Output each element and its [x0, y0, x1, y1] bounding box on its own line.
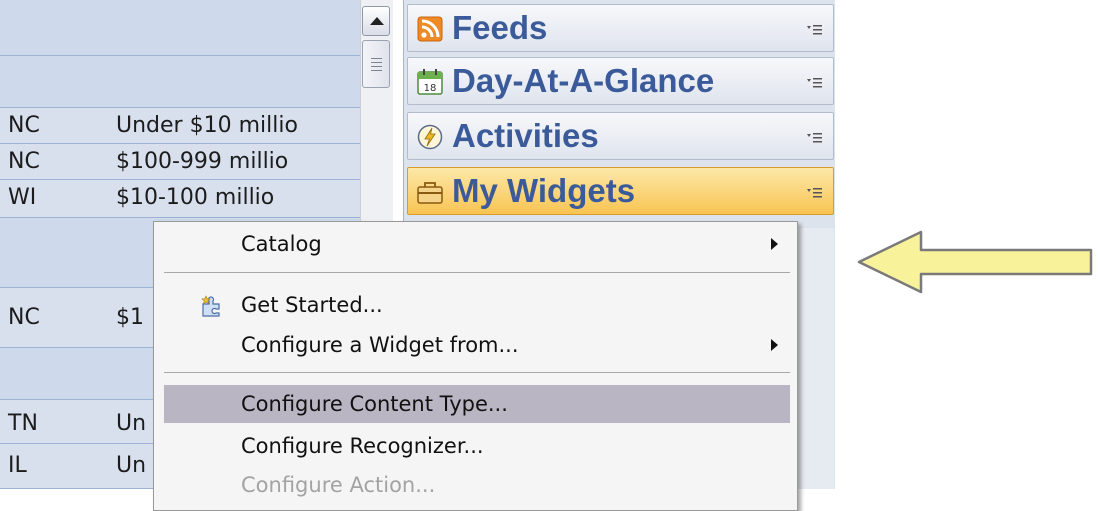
panel-title: Day-At-A-Glance	[452, 62, 715, 99]
table-group-row[interactable]	[0, 56, 360, 108]
menu-item-label: Get Started...	[241, 293, 383, 317]
state-cell: NC	[8, 113, 40, 138]
table-group-row[interactable]	[0, 0, 360, 56]
menu-item-label: Configure Recognizer...	[241, 434, 484, 458]
panel-menu-icon[interactable]	[807, 76, 823, 88]
menu-separator	[164, 372, 790, 373]
revenue-cell: Un	[116, 411, 147, 436]
revenue-cell: $10-100 millio	[116, 185, 275, 210]
table-row[interactable]: WI $10-100 millio	[0, 180, 360, 218]
menu-item-label: Configure Action...	[241, 473, 436, 497]
panel-title: My Widgets	[452, 172, 636, 209]
menu-item-get-started[interactable]: Get Started...	[164, 286, 790, 324]
table-row[interactable]: NC Under $10 millio	[0, 108, 360, 144]
state-cell: IL	[8, 453, 27, 478]
menu-item-catalog[interactable]: Catalog	[164, 225, 790, 263]
calendar-icon: 18	[417, 69, 443, 95]
state-cell: NC	[8, 149, 40, 174]
table-row[interactable]: NC $100-999 millio	[0, 144, 360, 180]
scroll-thumb[interactable]	[362, 40, 390, 88]
panel-menu-icon[interactable]	[807, 131, 823, 143]
state-cell: WI	[8, 185, 37, 210]
panel-day-at-a-glance[interactable]: 18 Day-At-A-Glance	[407, 57, 834, 105]
activity-bolt-icon	[417, 124, 443, 150]
puzzle-star-icon	[201, 295, 220, 317]
menu-separator	[164, 272, 790, 273]
context-menu: Catalog Get Started... Configure a Widge…	[153, 221, 798, 511]
widget-toolbox-icon	[417, 182, 443, 204]
menu-item-label: Configure a Widget from...	[241, 333, 519, 357]
panel-title: Feeds	[452, 9, 548, 46]
state-cell: NC	[8, 305, 40, 330]
panel-activities[interactable]: Activities	[407, 112, 834, 160]
menu-item-configure-content-type[interactable]: Configure Content Type...	[164, 385, 790, 423]
scroll-up-button[interactable]	[362, 6, 390, 36]
callout-arrow-icon	[857, 230, 1093, 294]
panel-menu-icon[interactable]	[807, 186, 823, 198]
revenue-cell: $100-999 millio	[116, 149, 289, 174]
menu-item-label: Configure Content Type...	[241, 392, 508, 416]
svg-text:18: 18	[424, 83, 437, 94]
menu-item-configure-recognizer[interactable]: Configure Recognizer...	[164, 427, 790, 465]
state-cell: TN	[8, 411, 38, 436]
panel-menu-icon[interactable]	[807, 23, 823, 35]
revenue-cell: Un	[116, 453, 147, 478]
revenue-cell: Under $10 millio	[116, 113, 298, 138]
menu-item-configure-widget-from[interactable]: Configure a Widget from...	[164, 326, 790, 364]
menu-item-configure-action: Configure Action...	[164, 466, 790, 504]
submenu-arrow-icon	[771, 339, 778, 351]
revenue-cell: $1	[116, 305, 144, 330]
panel-my-widgets[interactable]: My Widgets	[407, 167, 834, 215]
rss-feed-icon	[417, 16, 443, 42]
panel-title: Activities	[452, 117, 599, 154]
panel-feeds[interactable]: Feeds	[407, 4, 834, 52]
submenu-arrow-icon	[771, 238, 778, 250]
menu-item-label: Catalog	[241, 232, 322, 256]
